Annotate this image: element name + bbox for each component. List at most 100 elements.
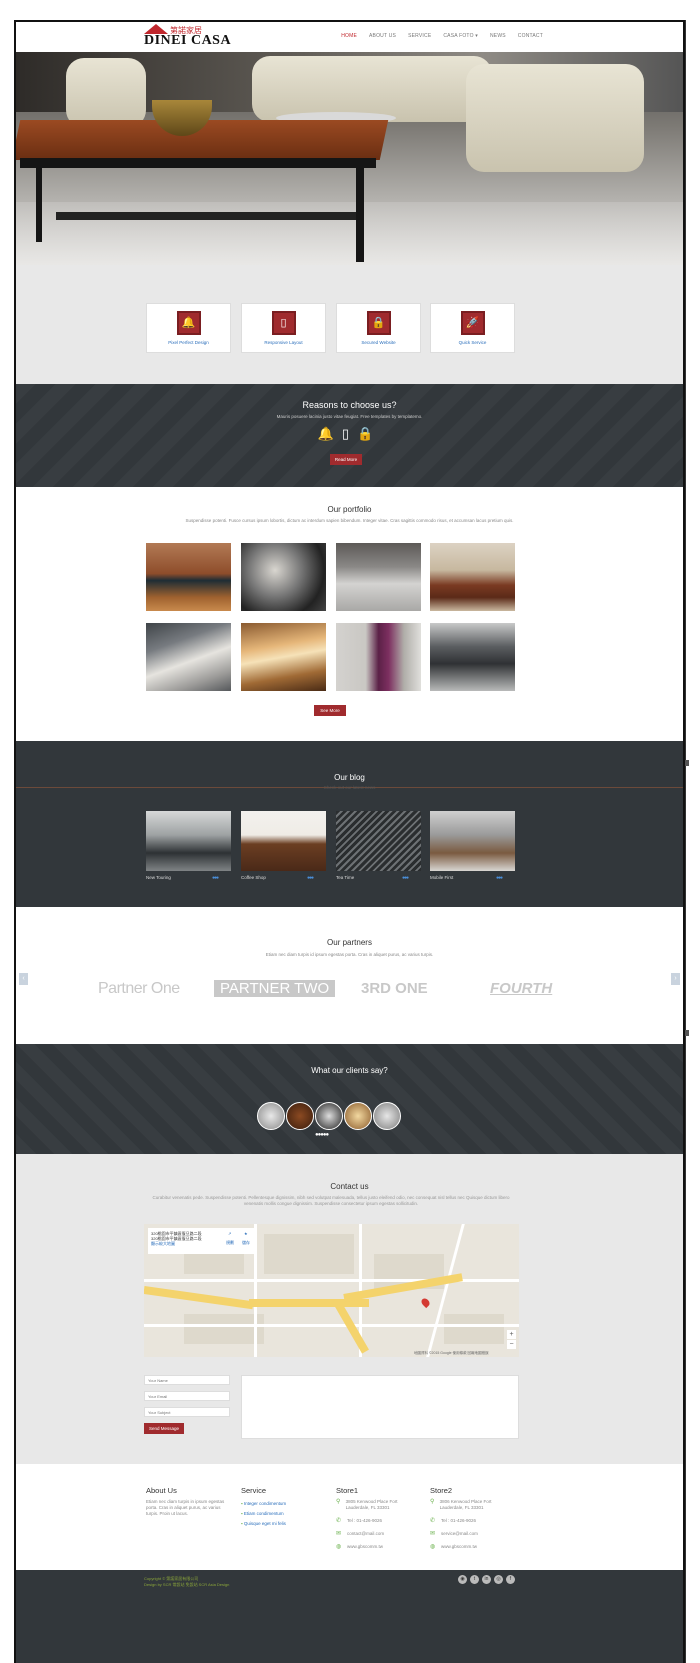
portfolio-section: Our portfolio Suspendisse potenti. Fusce… bbox=[16, 487, 683, 741]
blog-dots: ●●● bbox=[307, 875, 314, 881]
email-input[interactable] bbox=[144, 1391, 230, 1401]
store2-email-text[interactable]: service@mail.com bbox=[441, 1531, 478, 1537]
menu-about[interactable]: ABOUT US bbox=[369, 33, 396, 39]
partners-prev-arrow[interactable]: ‹ bbox=[19, 973, 28, 985]
partner-logo[interactable]: 3RD ONE bbox=[361, 980, 428, 997]
store2-web-text[interactable]: www.gbscomm.tw bbox=[441, 1544, 477, 1550]
map-block bbox=[184, 1314, 264, 1344]
map-pin-icon[interactable] bbox=[419, 1296, 432, 1309]
blog-caption[interactable]: Tea Time bbox=[336, 875, 421, 880]
client-avatar[interactable] bbox=[344, 1102, 372, 1130]
store2-web: ◍ www.gbscomm.tw bbox=[430, 1544, 515, 1550]
portfolio-image[interactable] bbox=[336, 543, 421, 611]
portfolio-image[interactable] bbox=[241, 623, 326, 691]
portfolio-image[interactable] bbox=[336, 623, 421, 691]
bottom-bar: Copyright © 第諾家居有限公司 Design by SCR 常設站 免… bbox=[16, 1570, 683, 1663]
map-info-card: 320桃園市平鎮區復旦路二段 320桃園市平鎮區復旦路二段 顯示較大地圖 ↗ 規… bbox=[148, 1228, 256, 1254]
feature-label: Secured Website bbox=[361, 340, 396, 345]
footer-service: Service Integer condimentum Etiam condim… bbox=[241, 1486, 326, 1529]
social-links: ◉ t in ◎ f bbox=[458, 1575, 515, 1584]
message-textarea[interactable] bbox=[241, 1375, 519, 1439]
reasons-section: Reasons to choose us? Mauris posuere lac… bbox=[16, 384, 683, 487]
blog-caption[interactable]: Coffee Shop bbox=[241, 875, 326, 880]
hero-armchair-right bbox=[466, 64, 644, 172]
map-save-icon[interactable]: ★ bbox=[244, 1231, 248, 1236]
map-save-label[interactable]: 儲存 bbox=[242, 1240, 250, 1245]
store1-email-text[interactable]: contact@mail.com bbox=[347, 1531, 384, 1537]
menu-news[interactable]: NEWS bbox=[490, 33, 506, 39]
blog-dots: ●●● bbox=[496, 875, 503, 881]
rss-icon[interactable]: ◉ bbox=[458, 1575, 467, 1584]
scroll-marker bbox=[685, 760, 689, 766]
dribbble-icon[interactable]: ◎ bbox=[494, 1575, 503, 1584]
store2-title: Store2 bbox=[430, 1486, 453, 1495]
store1-email: ✉ contact@mail.com bbox=[336, 1531, 421, 1537]
globe-icon: ◍ bbox=[336, 1544, 342, 1550]
feature-card[interactable]: 🔒 Secured Website bbox=[336, 303, 421, 353]
portfolio-image[interactable] bbox=[430, 543, 515, 611]
client-avatar[interactable] bbox=[286, 1102, 314, 1130]
map-block bbox=[444, 1314, 504, 1344]
phone-icon: ✆ bbox=[336, 1518, 342, 1524]
feature-label: Pixel Perfect Design bbox=[168, 340, 209, 345]
partner-logo[interactable]: FOURTH bbox=[490, 980, 552, 997]
map-zoom-out[interactable]: − bbox=[507, 1340, 516, 1349]
main-menu: HOME ABOUT US SERVICE CASA FOTO ▾ NEWS C… bbox=[341, 33, 543, 39]
blog-image[interactable] bbox=[336, 811, 421, 871]
blog-image[interactable] bbox=[146, 811, 231, 871]
portfolio-image[interactable] bbox=[430, 623, 515, 691]
read-more-button[interactable]: Read More bbox=[330, 454, 362, 465]
menu-contact[interactable]: CONTACT bbox=[518, 33, 543, 39]
service-link[interactable]: Etiam condimentum bbox=[241, 1509, 326, 1519]
hero-image bbox=[16, 52, 683, 265]
carousel-dots[interactable]: ●●●●● bbox=[315, 1132, 329, 1138]
portfolio-title: Our portfolio bbox=[327, 505, 372, 514]
store1-web-text[interactable]: www.gbscomm.tw bbox=[347, 1544, 383, 1550]
service-link[interactable]: Integer condimentum bbox=[241, 1499, 326, 1509]
lock-icon: 🔒 bbox=[357, 426, 382, 441]
name-input[interactable] bbox=[144, 1375, 230, 1385]
copyright: Copyright © 第諾家居有限公司 Design by SCR 常設站 免… bbox=[144, 1576, 229, 1588]
logo[interactable]: 第諾家居 DINEI CASA bbox=[144, 24, 231, 50]
client-avatar[interactable] bbox=[315, 1102, 343, 1130]
reasons-icons: 🔔▯🔒 bbox=[16, 426, 683, 442]
linkedin-icon[interactable]: in bbox=[482, 1575, 491, 1584]
map-directions-icon[interactable]: ↗ bbox=[228, 1231, 231, 1236]
reasons-text: Mauris posuere lacinia justo vitae feugi… bbox=[276, 414, 423, 419]
facebook-icon[interactable]: f bbox=[506, 1575, 515, 1584]
portfolio-image[interactable] bbox=[241, 543, 326, 611]
feature-card[interactable]: 🚀 Quick Service bbox=[430, 303, 515, 353]
partners-subtitle: Etiam nec diam turpis id ipsum egestas p… bbox=[265, 952, 434, 957]
map-directions-label[interactable]: 規劃 bbox=[226, 1240, 234, 1245]
send-message-button[interactable]: Send Message bbox=[144, 1423, 184, 1434]
map-zoom-in[interactable]: + bbox=[507, 1330, 516, 1339]
subject-input[interactable] bbox=[144, 1407, 230, 1417]
see-more-button[interactable]: See More bbox=[314, 705, 346, 716]
lock-icon: 🔒 bbox=[366, 311, 391, 335]
blog-caption[interactable]: New Touring bbox=[146, 875, 231, 880]
blog-caption[interactable]: Mobile First bbox=[430, 875, 515, 880]
blog-image[interactable] bbox=[430, 811, 515, 871]
twitter-icon[interactable]: t bbox=[470, 1575, 479, 1584]
partners-next-arrow[interactable]: › bbox=[671, 973, 680, 985]
portfolio-image[interactable] bbox=[146, 623, 231, 691]
contact-title: Contact us bbox=[330, 1182, 369, 1191]
reasons-title: Reasons to choose us? bbox=[302, 400, 397, 410]
scroll-track[interactable] bbox=[685, 20, 689, 1663]
menu-home[interactable]: HOME bbox=[341, 33, 357, 39]
feature-card[interactable]: ▯ Responsive Layout bbox=[241, 303, 326, 353]
service-link[interactable]: Quisque eget mi felis bbox=[241, 1519, 326, 1529]
feature-card[interactable]: 🔔 Pixel Perfect Design bbox=[146, 303, 231, 353]
blog-dots: ●●● bbox=[402, 875, 409, 881]
map-larger-link[interactable]: 顯示較大地圖 bbox=[151, 1241, 253, 1246]
partner-logo[interactable]: PARTNER TWO bbox=[214, 980, 336, 997]
client-avatar[interactable] bbox=[373, 1102, 401, 1130]
client-avatar[interactable] bbox=[257, 1102, 285, 1130]
map-road bbox=[144, 1324, 519, 1327]
blog-image[interactable] bbox=[241, 811, 326, 871]
partner-logo[interactable]: Partner One bbox=[98, 980, 180, 998]
google-map[interactable]: 320桃園市平鎮區復旦路二段 320桃園市平鎮區復旦路二段 顯示較大地圖 ↗ 規… bbox=[144, 1224, 519, 1357]
menu-service[interactable]: SERVICE bbox=[408, 33, 431, 39]
portfolio-image[interactable] bbox=[146, 543, 231, 611]
menu-casa-foto[interactable]: CASA FOTO ▾ bbox=[443, 33, 478, 39]
